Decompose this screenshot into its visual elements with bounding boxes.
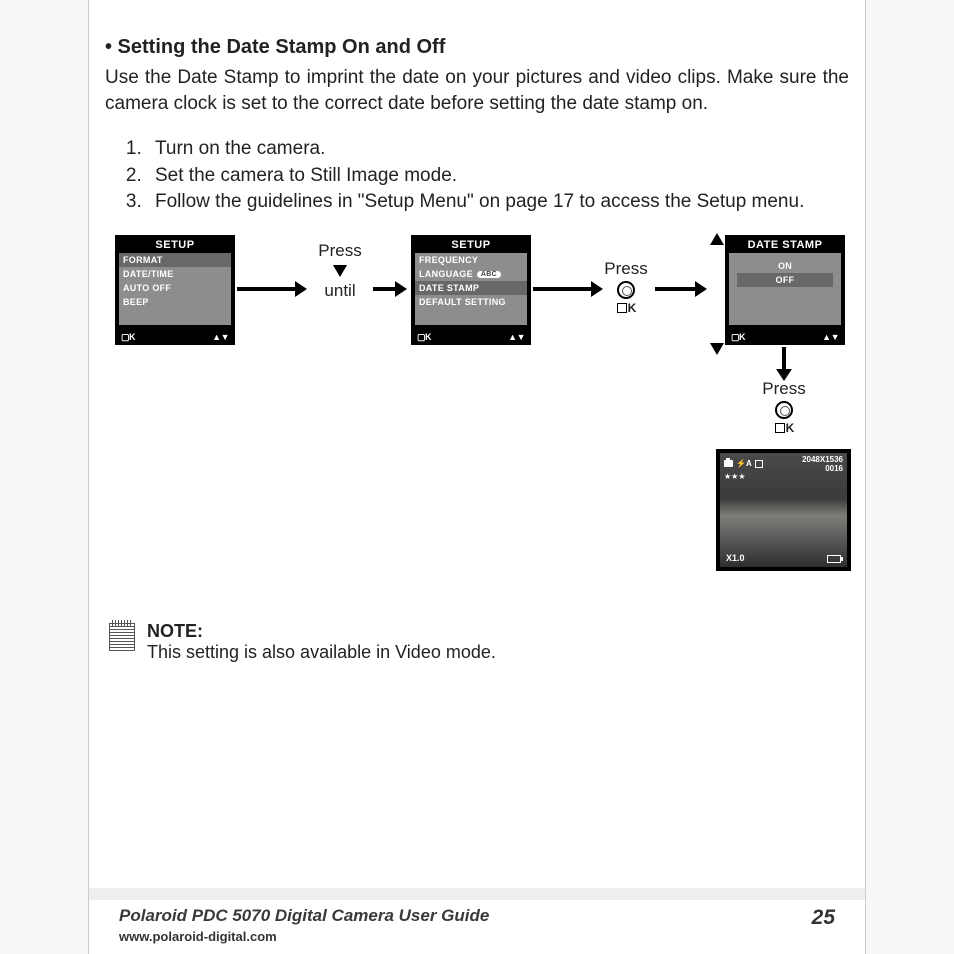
menu-item-language: LANGUAGEABC [415,267,527,281]
ok-button-icon [775,401,793,419]
step-item: Set the camera to Still Image mode. [147,163,849,189]
flow-diagram: SETUP FORMAT DATE/TIME AUTO OFF BEEP ▢K … [115,235,875,615]
steps-list: Turn on the camera. Set the camera to St… [105,136,849,215]
screen-title: SETUP [411,235,531,251]
date-stamp-screen: DATE STAMP ON OFF ▢K ▲▼ [725,235,845,345]
ok-indicator: ▢K [731,332,745,343]
press-label: Press [310,241,370,261]
page-footer: Polaroid PDC 5070 Digital Camera User Gu… [89,888,865,954]
section-heading: • Setting the Date Stamp On and Off [105,36,849,59]
ok-label: K [603,301,649,315]
camera-icon [724,460,733,467]
flash-auto-icon: ⚡A [736,459,752,468]
menu-item-beep: BEEP [119,295,231,309]
nav-up-icon [707,233,727,247]
quality-stars: ★★★ [720,472,847,481]
nav-indicator: ▲▼ [822,332,839,343]
arrow-right-4 [655,287,697,291]
press-ok-block-2: Press K [759,379,809,435]
arrow-right-2 [373,287,397,291]
footer-url: www.polaroid-digital.com [119,929,489,944]
ok-button-icon [617,281,635,299]
page-number: 25 [812,906,835,930]
preview-screen: ⚡A 2048X1536 0016 ★★★ X1.0 [716,449,851,571]
arrow-right-3 [533,287,593,291]
menu-item-format: FORMAT [119,253,231,267]
menu-item-off: OFF [737,273,833,287]
resolution-text: 2048X1536 [802,455,843,464]
ok-indicator: ▢K [121,332,135,343]
menu-item-default: DEFAULT SETTING [415,295,527,309]
press-until-block: Press until [310,241,370,301]
press-label: Press [759,379,809,399]
menu-item-datetime: DATE/TIME [119,267,231,281]
until-label: until [310,281,370,301]
mode-square-icon [755,460,763,468]
ok-indicator: ▢K [417,332,431,343]
abc-badge: ABC [477,271,501,278]
menu-item-on: ON [729,259,841,273]
press-ok-block-1: Press K [603,259,649,315]
setup-screen-2: SETUP FREQUENCY LANGUAGEABC DATE STAMP D… [411,235,531,345]
nav-indicator: ▲▼ [508,332,525,343]
zoom-level: X1.0 [726,553,745,563]
note-block: NOTE: This setting is also available in … [105,621,849,663]
down-triangle-icon [333,265,347,277]
arrow-down [782,347,786,371]
notepad-icon [109,623,135,651]
step-item: Turn on the camera. [147,136,849,162]
screen-title: SETUP [115,235,235,251]
frame-count: 0016 [802,464,843,473]
menu-item-autooff: AUTO OFF [119,281,231,295]
note-label: NOTE: [147,621,203,641]
menu-item-datestamp: DATE STAMP [415,281,527,295]
nav-down-icon [707,341,727,355]
guide-title: Polaroid PDC 5070 Digital Camera User Gu… [119,906,489,926]
press-label: Press [603,259,649,279]
note-text: This setting is also available in Video … [147,642,496,662]
menu-item-frequency: FREQUENCY [415,253,527,267]
arrow-right-1 [237,287,297,291]
ok-label: K [759,421,809,435]
battery-icon [827,555,841,563]
step-item: Follow the guidelines in "Setup Menu" on… [147,189,849,215]
screen-title: DATE STAMP [725,235,845,251]
nav-indicator: ▲▼ [212,332,229,343]
intro-paragraph: Use the Date Stamp to imprint the date o… [105,65,849,116]
setup-screen-1: SETUP FORMAT DATE/TIME AUTO OFF BEEP ▢K … [115,235,235,345]
